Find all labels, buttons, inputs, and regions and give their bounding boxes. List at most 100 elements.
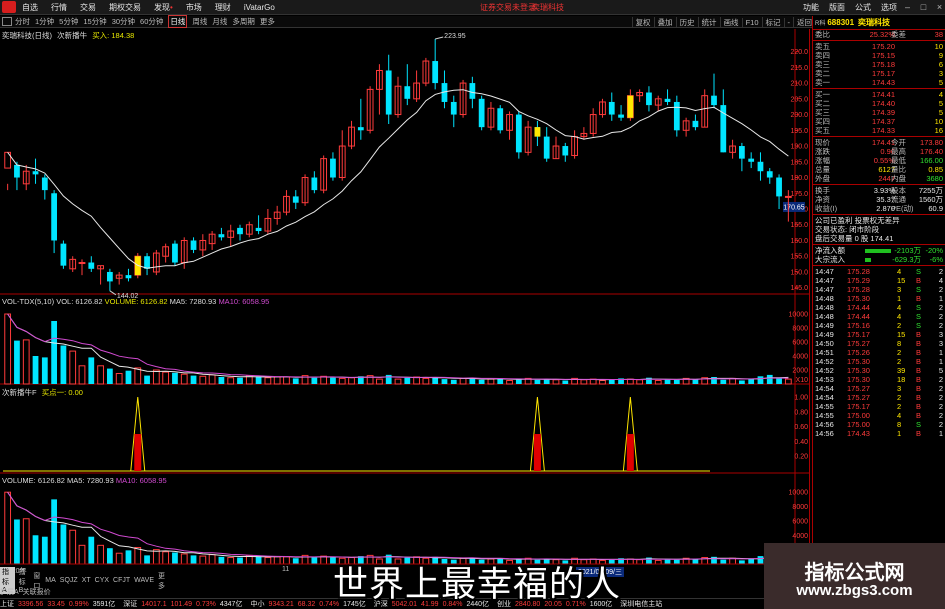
tick-row: 14:55 175.17 2 B 2 <box>813 402 945 411</box>
function-menu[interactable]: 功能 <box>803 2 819 13</box>
extension-tab[interactable]: 扩展A <box>0 587 19 597</box>
chart-area[interactable]: 220.0 215.0 210.0 205.0 200.0 195.0 190.0 185.0… <box>0 29 810 575</box>
index-percent: 0.73% <box>196 601 216 608</box>
tick-time: 14:47 <box>815 267 834 276</box>
vol2-bar-down <box>60 524 67 564</box>
tool-button[interactable]: 复权 <box>631 16 651 28</box>
tool-button[interactable]: 统计 <box>697 16 717 28</box>
vol2-bar-down <box>757 556 764 564</box>
indicator-tab[interactable]: CYX <box>95 577 109 584</box>
period-tab[interactable]: 60分钟 <box>140 16 163 27</box>
tick-count: 3 <box>938 339 943 348</box>
tool-button[interactable]: - <box>783 17 790 27</box>
candle-body-down <box>190 240 197 250</box>
buy-order-row[interactable]: 买五 174.33 16 <box>813 126 945 135</box>
tool-button[interactable]: 叠加 <box>653 16 673 28</box>
tool-button[interactable]: F10 <box>741 17 759 27</box>
formula-menu[interactable]: 公式 <box>855 2 871 13</box>
price-axis-label: 160.0 <box>790 238 808 245</box>
period-tab[interactable]: 15分钟 <box>83 16 106 27</box>
vol-ma-line <box>7 491 789 560</box>
trade-login-notice[interactable]: 证券交易未登录 <box>480 2 536 13</box>
candle-body-down <box>646 92 652 106</box>
indicator-tab[interactable]: WAVE <box>134 577 154 584</box>
stock-code[interactable]: 688301 <box>827 18 854 27</box>
tick-time: 14:49 <box>815 321 834 330</box>
menu-item-trade[interactable]: 交易 <box>80 2 96 13</box>
period-tab[interactable]: 周线 <box>192 16 207 27</box>
tick-list[interactable]: 14:47 175.28 4 S 2 14:47 175.29 15 B 4 14:47 175.28… <box>813 267 945 438</box>
tick-price: 175.16 <box>847 321 870 330</box>
index-value: 14017.1 <box>141 601 167 608</box>
index-item[interactable]: 深证 14017.1 101.49 0.73% 4347亿 <box>123 599 246 609</box>
menu-item-market[interactable]: 市场 <box>186 2 202 13</box>
menu-item-quotes[interactable]: 行情 <box>51 2 67 13</box>
indicator-tab[interactable]: CFJT <box>113 577 130 584</box>
tool-button[interactable]: 标记 <box>761 16 781 28</box>
title-bar: 自选 行情 交易 期权交易 发现• 市场 理财 iVatarGo 证券交易未登录… <box>0 0 945 15</box>
stock-name[interactable]: 奕瑞科技 <box>858 17 890 28</box>
tick-count: 2 <box>938 312 943 321</box>
candle-body-down <box>469 83 476 99</box>
menu-item-finance[interactable]: 理财 <box>215 2 231 13</box>
period-tab[interactable]: 30分钟 <box>112 16 135 27</box>
vol2-bar-down <box>14 519 20 564</box>
extension-tab[interactable]: 关联报价 <box>23 587 51 597</box>
menu-item-ivatargo[interactable]: iVatarGo <box>244 3 275 12</box>
indicator-tab[interactable]: MA <box>45 577 56 584</box>
vol-bar-up <box>199 375 207 385</box>
stat-label: PE(动) <box>891 204 914 213</box>
menu-item-discover[interactable]: 发现• <box>154 2 173 13</box>
candle-body-down <box>125 275 132 279</box>
tick-time: 14:48 <box>815 303 834 312</box>
minimize-icon[interactable]: – <box>902 2 913 13</box>
candle-body-down <box>218 234 225 238</box>
vol-bar-up <box>152 369 160 385</box>
tick-row: 14:48 174.44 4 S 2 <box>813 303 945 312</box>
layout-menu[interactable]: 版面 <box>829 2 845 13</box>
vol-bar-down <box>60 345 67 384</box>
tick-count: 5 <box>938 366 943 375</box>
candle-body-down <box>608 101 615 115</box>
indicator-tab[interactable]: XT <box>82 577 91 584</box>
tick-volume: 2 <box>897 348 902 357</box>
indicator-tab[interactable]: SQJZ <box>60 577 78 584</box>
layout-toggle-icon[interactable] <box>2 17 12 26</box>
candle-body-down <box>41 177 48 191</box>
close-icon[interactable]: × <box>934 2 945 13</box>
buy-value: 买入: 184.38 <box>92 31 135 40</box>
period-tab[interactable]: 1分钟 <box>35 16 54 27</box>
signal-candle <box>627 95 634 118</box>
tick-count: 2 <box>938 267 943 276</box>
signal-candle <box>534 127 541 137</box>
options-menu[interactable]: 选项 <box>881 2 897 13</box>
tick-volume: 8 <box>897 339 902 348</box>
signal-bar <box>533 434 541 471</box>
buy-volume: 16 <box>934 126 943 135</box>
menu-item-options[interactable]: 期权交易 <box>109 2 141 13</box>
tick-price: 175.17 <box>847 402 870 411</box>
vol-bar-up <box>4 313 12 385</box>
vol2-ma10-value: MA10: 6058.95 <box>115 476 167 485</box>
period-tab[interactable]: 月线 <box>212 16 227 27</box>
period-tab[interactable]: 5分钟 <box>59 16 78 27</box>
sell-order-row[interactable]: 卖一 174.43 5 <box>813 78 945 87</box>
sell-orders: 卖五 175.20 10 卖四 175.15 9 卖三 175.18 6 卖二 175.17 3 卖一 1… <box>813 42 945 87</box>
vol-bar-up <box>115 373 123 385</box>
tool-button[interactable]: 历史 <box>675 16 695 28</box>
signal-chart-info: 次新播牛F 买点一: 0.00 <box>2 387 83 398</box>
period-tab-active[interactable]: 日线 <box>168 15 188 28</box>
period-tab[interactable]: 多周期 <box>232 16 255 27</box>
period-tab-more[interactable]: 更多 <box>260 16 275 27</box>
index-item[interactable]: 上证 3396.56 33.45 0.99% 3591亿 <box>0 599 119 609</box>
tick-row: 14:47 175.28 3 S 2 <box>813 285 945 294</box>
candle-body-down <box>88 262 95 269</box>
tool-button[interactable]: 画线 <box>719 16 739 28</box>
menu-item-watchlist[interactable]: 自选 <box>22 2 38 13</box>
tool-button[interactable]: 返回 <box>793 16 812 28</box>
vol-bar-down <box>404 377 411 384</box>
price-axis-label: 165.0 <box>790 222 808 229</box>
maximize-icon[interactable]: □ <box>918 2 929 13</box>
sell-level-label: 卖一 <box>815 78 830 87</box>
period-tab[interactable]: 分时 <box>15 16 30 27</box>
